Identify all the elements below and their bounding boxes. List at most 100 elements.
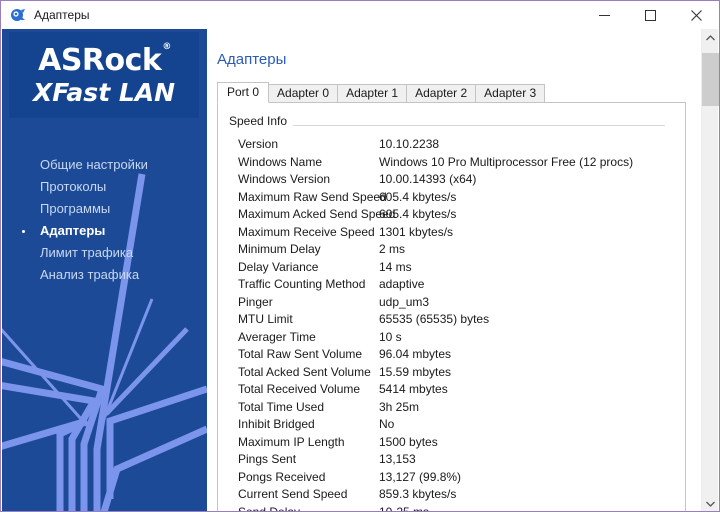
row-value: 605.4 kbytes/s (379, 207, 457, 221)
table-row: Pongs Received 13,127 (99.8%) (218, 469, 685, 487)
title-bar: Адаптеры (1, 1, 719, 29)
row-label: Maximum Acked Send Speed (238, 207, 396, 221)
active-bullet-icon (22, 230, 25, 233)
sidebar-item-general-settings[interactable]: Общие настройки (2, 154, 207, 176)
table-row: Windows Name Windows 10 Pro Multiprocess… (218, 154, 685, 172)
table-row: Maximum Raw Send Speed 605.4 kbytes/s (218, 189, 685, 207)
table-row: Send Delay 10-25 ms (218, 504, 685, 512)
tab-adapter-2[interactable]: Adapter 2 (406, 84, 477, 103)
table-row: Traffic Counting Method adaptive (218, 276, 685, 294)
tab-adapter-3[interactable]: Adapter 3 (475, 84, 546, 103)
sidebar-item-label: Общие настройки (40, 157, 148, 172)
chevron-down-icon[interactable] (702, 495, 719, 511)
table-row: Current Send Speed 859.3 kbytes/s (218, 486, 685, 504)
row-label: Total Raw Sent Volume (238, 347, 363, 361)
table-row: Total Acked Sent Volume 15.59 mbytes (218, 364, 685, 382)
table-row: Total Time Used 3h 25m (218, 399, 685, 417)
table-row: Pings Sent 13,153 (218, 451, 685, 469)
logo-brand: ASRock® (38, 41, 171, 78)
row-value: 1500 bytes (379, 434, 438, 449)
row-label: Total Time Used (238, 399, 325, 414)
row-value: 10.10.2238 (379, 137, 440, 151)
tab-strip: Port 0 Adapter 0 Adapter 1 Adapter 2 Ada… (217, 82, 546, 103)
sidebar-item-traffic-limit[interactable]: Лимит трафика (2, 242, 207, 264)
row-label: Inhibit Bridged (238, 417, 315, 431)
row-value: udp_um3 (379, 294, 430, 309)
group-rule (229, 125, 665, 126)
vertical-scrollbar[interactable] (701, 29, 719, 511)
row-value: 13,153 (379, 452, 416, 466)
table-row: Maximum IP Length 1500 bytes (218, 434, 685, 452)
table-row: Maximum Receive Speed 1301 kbytes/s (218, 224, 685, 242)
page-title: Адаптеры (217, 51, 287, 68)
app-rocket-icon (10, 7, 26, 23)
table-row: Minimum Delay 2 ms (218, 241, 685, 259)
sidebar-item-label: Адаптеры (40, 223, 106, 238)
table-row: Delay Variance 14 ms (218, 259, 685, 277)
table-row: Total Raw Sent Volume 96.04 mbytes (218, 346, 685, 364)
tab-port-0[interactable]: Port 0 (217, 82, 270, 103)
chevron-up-icon[interactable] (702, 29, 719, 46)
sidebar-item-label: Лимит трафика (40, 245, 134, 260)
row-value: 2 ms (379, 242, 406, 256)
row-value: Windows 10 Pro Multiprocessor Free (12 p… (379, 154, 634, 169)
table-row: Total Received Volume 5414 mbytes (218, 381, 685, 399)
row-value: 3h 25m (379, 399, 420, 414)
logo-product: XFast LAN (32, 77, 176, 107)
row-label: Pinger (238, 294, 273, 309)
asrock-logo: ASRock® XFast LAN (9, 32, 199, 118)
table-row: Windows Version 10.00.14393 (x64) (218, 171, 685, 189)
sidebar-item-label: Анализ трафика (40, 267, 140, 282)
maximize-button[interactable] (627, 1, 673, 29)
row-label: Maximum IP Length (238, 434, 345, 449)
row-label: Windows Version (238, 172, 331, 186)
sidebar-item-adapters[interactable]: Адаптеры (2, 220, 207, 242)
close-button[interactable] (673, 1, 719, 29)
row-value: 10-25 ms (379, 504, 430, 512)
row-label: Maximum Receive Speed (238, 224, 375, 239)
sidebar: ASRock® XFast LAN Общие настройки Проток… (2, 29, 207, 511)
row-value: adaptive (379, 277, 425, 291)
row-value: 10 s (379, 329, 402, 344)
minimize-button[interactable] (581, 1, 627, 29)
row-label: MTU Limit (238, 312, 293, 326)
tab-adapter-1[interactable]: Adapter 1 (337, 84, 408, 103)
row-label: Traffic Counting Method (238, 277, 366, 291)
row-value: 859.3 kbytes/s (379, 487, 457, 501)
table-row: MTU Limit 65535 (65535) bytes (218, 311, 685, 329)
row-label: Averager Time (238, 329, 316, 344)
row-value: 13,127 (99.8%) (379, 469, 462, 484)
row-value: 96.04 mbytes (379, 347, 452, 361)
row-value: 15.59 mbytes (379, 364, 452, 379)
row-label: Send Delay (238, 504, 301, 512)
row-label: Pongs Received (238, 469, 326, 484)
table-row: Maximum Acked Send Speed 605.4 kbytes/s (218, 206, 685, 224)
registered-mark: ® (162, 41, 171, 52)
row-label: Maximum Raw Send Speed (238, 189, 387, 204)
row-value: 65535 (65535) bytes (379, 312, 490, 326)
tab-adapter-0[interactable]: Adapter 0 (268, 84, 339, 103)
main-content: Адаптеры Port 0 Adapter 0 Adapter 1 Adap… (207, 29, 693, 512)
row-value: 5414 mbytes (379, 382, 448, 396)
row-label: Minimum Delay (238, 242, 321, 256)
sidebar-item-programs[interactable]: Программы (2, 198, 207, 220)
row-value: 605.4 kbytes/s (379, 189, 457, 204)
row-label: Current Send Speed (238, 487, 348, 501)
table-row: Inhibit Bridged No (218, 416, 685, 434)
sidebar-item-traffic-analysis[interactable]: Анализ трафика (2, 264, 207, 286)
table-row: Pinger udp_um3 (218, 294, 685, 312)
row-label: Version (238, 137, 279, 151)
speed-info-panel: Speed Info Version 10.10.2238 Windows Na… (217, 102, 686, 512)
row-value: 10.00.14393 (x64) (379, 172, 477, 186)
speed-info-rows: Version 10.10.2238 Windows Name Windows … (218, 136, 685, 512)
window-title: Адаптеры (34, 8, 90, 22)
row-label: Windows Name (238, 154, 323, 169)
row-value: No (379, 417, 395, 431)
scrollbar-thumb[interactable] (702, 53, 719, 106)
row-label: Total Received Volume (238, 382, 361, 396)
sidebar-item-label: Протоколы (40, 179, 107, 194)
table-row: Version 10.10.2238 (218, 136, 685, 154)
row-value: 14 ms (379, 259, 412, 274)
sidebar-item-protocols[interactable]: Протоколы (2, 176, 207, 198)
row-label: Pings Sent (238, 452, 297, 466)
